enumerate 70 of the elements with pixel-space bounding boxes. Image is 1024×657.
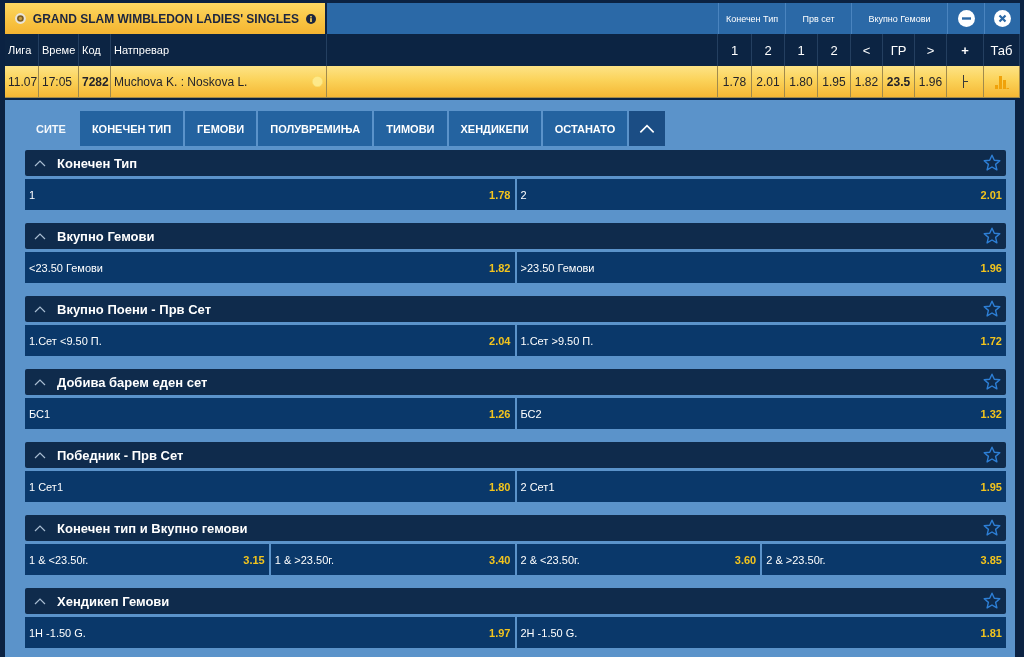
league-badge-icon: [15, 12, 26, 25]
odds-cell[interactable]: 1.96: [915, 66, 947, 98]
tab[interactable]: ХЕНДИКЕПИ: [448, 111, 541, 146]
tick-line-icon[interactable]: [962, 75, 968, 88]
odds-button[interactable]: 1 & <23.50г. 3.15: [25, 544, 269, 575]
market-title: Вкупно Поени - Прв Сет: [57, 301, 212, 317]
chevron-up-icon[interactable]: [34, 450, 46, 460]
minus-circle-icon[interactable]: [957, 10, 975, 27]
table-cell: 11.07: [5, 66, 39, 98]
market-title: Вкупно Гемови: [57, 228, 156, 244]
odds-button[interactable]: БС2 1.32: [516, 398, 1006, 429]
chevron-up-icon[interactable]: [34, 377, 46, 387]
odds-button[interactable]: <23.50 Гемови 1.82: [25, 252, 515, 283]
tab[interactable]: ПОЛУВРЕМИЊА: [258, 111, 373, 146]
favorite-star-icon[interactable]: [983, 227, 1001, 245]
odds-button[interactable]: 2H -1.50 G. 1.81: [516, 617, 1006, 648]
odds-cell[interactable]: 1.82: [851, 66, 883, 98]
odds-cell[interactable]: 2.01: [752, 66, 785, 98]
odds-cell[interactable]: 1.95: [818, 66, 851, 98]
tab[interactable]: КОНЕЧЕН ТИП: [79, 111, 184, 146]
league-title: GRAND SLAM WIMBLEDON LADIES' SINGLES: [32, 11, 299, 26]
column-group-header: Вкупно Гемови: [851, 3, 947, 34]
chevron-up-icon: [639, 122, 656, 135]
odds-button[interactable]: 2 Сет1 1.95: [516, 471, 1006, 502]
odds-button[interactable]: >23.50 Гемови 1.96: [516, 252, 1006, 283]
odds-button[interactable]: 1 1.78: [25, 179, 515, 210]
table-cell: 7282: [79, 66, 111, 98]
column-header: Код: [79, 34, 111, 66]
odds-button[interactable]: 2 & <23.50г. 3.60: [516, 544, 761, 575]
odds-button[interactable]: 2 & >23.50г. 3.85: [762, 544, 1006, 575]
odds-button[interactable]: 2 2.01: [516, 179, 1006, 210]
chevron-up-icon[interactable]: [34, 596, 46, 606]
favorite-star-icon[interactable]: [983, 373, 1001, 391]
tab[interactable]: ГЕМОВИ: [185, 111, 257, 146]
odds-button[interactable]: 1 & >23.50г. 3.40: [270, 544, 515, 575]
odds-cell[interactable]: 1.78: [718, 66, 752, 98]
odds-button[interactable]: БС1 1.26: [25, 398, 515, 429]
circle-icon: [312, 76, 323, 87]
market-title: Конечен тип и Вкупно гемови: [57, 520, 249, 536]
table-cell: 17:05: [39, 66, 79, 98]
favorite-star-icon[interactable]: [983, 592, 1001, 610]
chevron-up-icon[interactable]: [34, 158, 46, 168]
favorite-star-icon[interactable]: [983, 154, 1001, 172]
market-title: Хендикеп Гемови: [57, 593, 171, 609]
odds-button[interactable]: 1H -1.50 G. 1.97: [25, 617, 515, 648]
chevron-up-icon[interactable]: [34, 231, 46, 241]
column-header: Време: [39, 34, 79, 66]
favorite-star-icon[interactable]: [983, 519, 1001, 537]
column-group-header: Прв сет: [785, 3, 851, 34]
info-icon[interactable]: [306, 12, 316, 25]
favorite-star-icon[interactable]: [983, 446, 1001, 464]
tab[interactable]: ТИМОВИ: [374, 111, 447, 146]
market-title: Конечен Тип: [57, 155, 139, 171]
tab[interactable]: ОСТАНАТО: [542, 111, 628, 146]
collapse-all-button[interactable]: [629, 111, 666, 146]
market-title: Победник - Прв Сет: [57, 447, 185, 463]
chevron-up-icon[interactable]: [34, 304, 46, 314]
chevron-up-icon[interactable]: [34, 523, 46, 533]
column-header: Натпревар: [111, 34, 327, 66]
odds-cell[interactable]: 1.80: [785, 66, 818, 98]
odds-button[interactable]: 1.Сет <9.50 П. 2.04: [25, 325, 515, 356]
column-group-header: Конечен Тип: [718, 3, 785, 34]
match-name: Muchova K. : Noskova L.: [114, 74, 249, 89]
odds-button[interactable]: 1.Сет >9.50 П. 1.72: [516, 325, 1006, 356]
market-title: Добива барем еден сет: [57, 374, 209, 390]
favorite-star-icon[interactable]: [983, 300, 1001, 318]
close-icon[interactable]: [994, 10, 1011, 27]
odds-button[interactable]: 1 Сет1 1.80: [25, 471, 515, 502]
line-cell: 23.5: [883, 66, 915, 98]
column-header: Лига: [5, 34, 39, 66]
